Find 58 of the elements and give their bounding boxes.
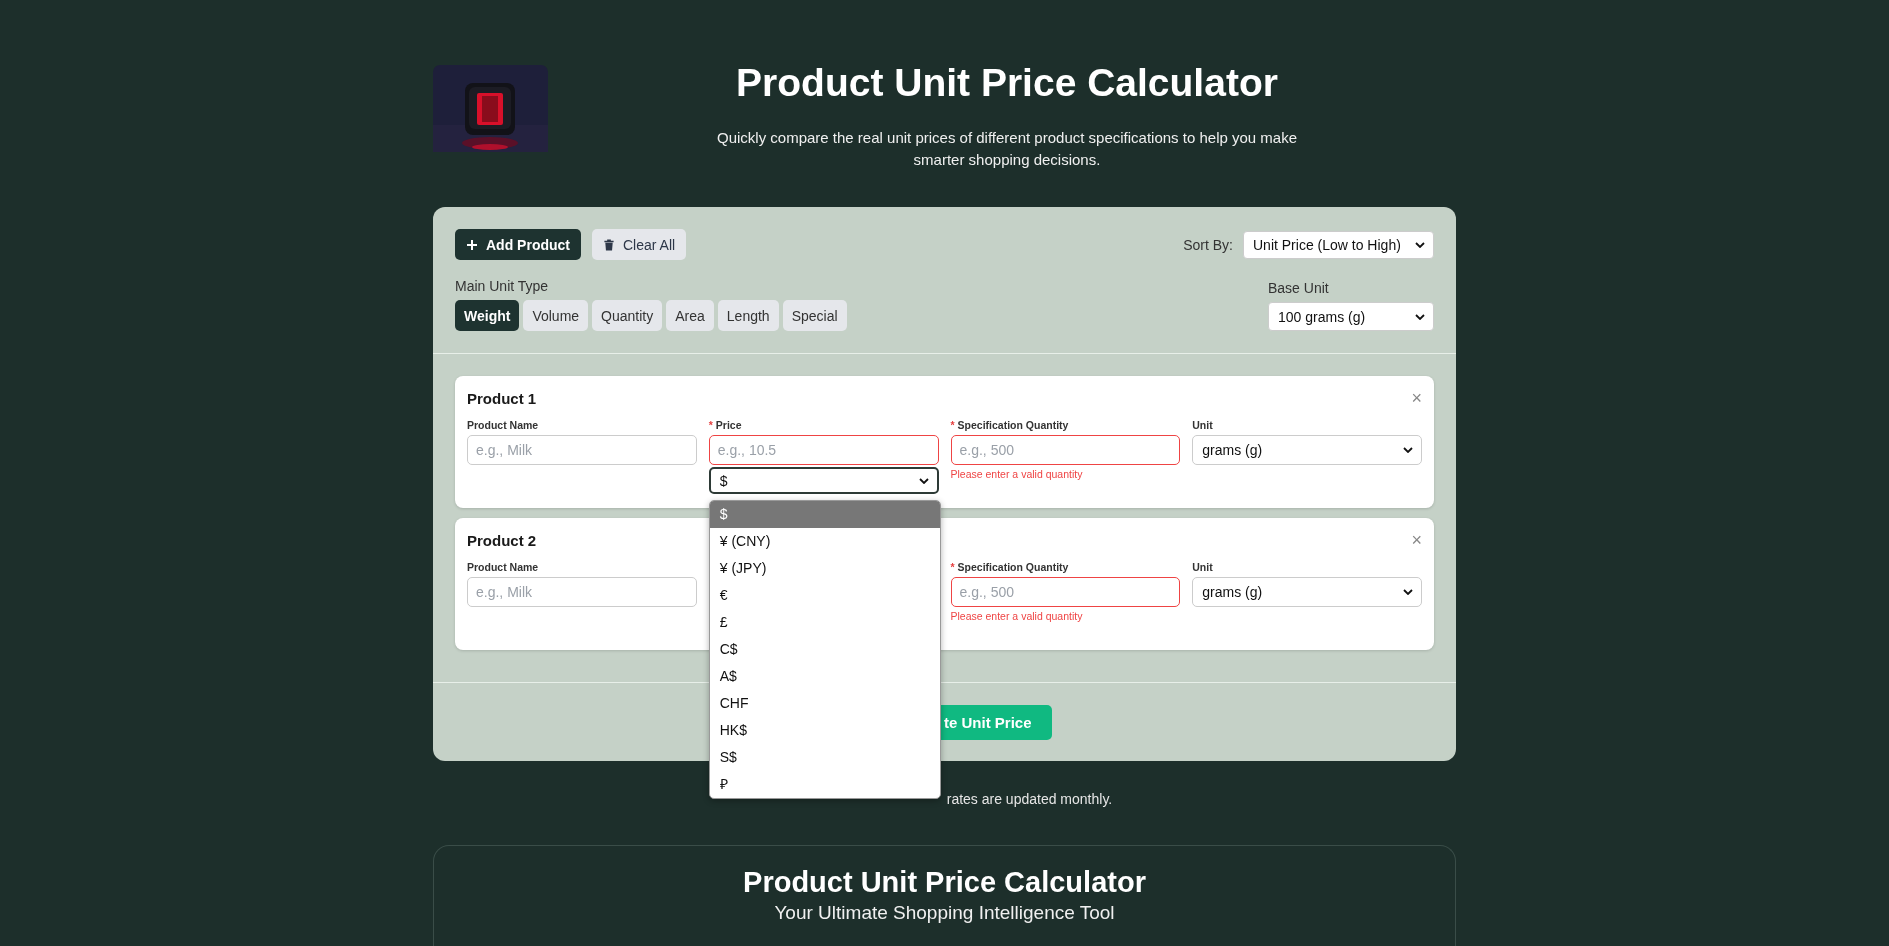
currency-option[interactable]: $ — [709, 501, 940, 528]
currency-option[interactable]: £ — [709, 609, 940, 636]
footnote: rates are updated monthly. — [946, 791, 1113, 807]
input-field[interactable]: e.g., 500 — [950, 577, 1181, 607]
unit-type-tab[interactable]: Length — [717, 300, 779, 331]
field-label: Product Name — [467, 419, 540, 432]
chevron-down-icon — [918, 477, 929, 484]
chevron-down-icon — [1415, 313, 1425, 320]
plus-icon — [466, 238, 478, 251]
unit-type-tab[interactable]: Quantity — [592, 300, 663, 331]
unit-type-tab[interactable]: Volume — [523, 300, 589, 331]
field-label: Unit — [1192, 561, 1214, 574]
input-field[interactable]: e.g., 500 — [950, 435, 1181, 465]
currency-option[interactable]: € — [709, 582, 940, 609]
input-field[interactable]: e.g., Milk — [467, 435, 697, 465]
unit-type-tab[interactable]: Area — [666, 300, 714, 331]
field-label: Unit — [1192, 419, 1214, 432]
currency-option[interactable]: S$ — [709, 744, 940, 771]
clear-all-button[interactable]: Clear All — [592, 229, 687, 260]
input-field[interactable]: e.g., Milk — [467, 577, 697, 607]
field-label: * Price — [708, 419, 743, 432]
currency-option[interactable]: ¥ (CNY) — [709, 528, 940, 555]
page-subtitle: Quickly compare the real unit prices of different product specifications to help you make smarter shopping decisions. — [716, 128, 1298, 170]
close-button[interactable]: × — [1411, 531, 1422, 549]
error-message: Please enter a valid quantity — [950, 468, 1084, 480]
required-mark: * — [950, 561, 955, 573]
currency-option[interactable]: C$ — [709, 636, 940, 663]
currency-option[interactable]: ¥ (JPY) — [709, 555, 940, 582]
field-label: * Specification Quantity — [950, 419, 1070, 432]
field-label: Product Name — [467, 561, 540, 574]
product-title: Product 2 — [467, 531, 537, 549]
page-title: Product Unit Price Calculator — [735, 60, 1279, 106]
unit-type-tab[interactable]: Special — [782, 300, 847, 331]
sort-label: Sort By: — [1183, 236, 1233, 253]
product-title: Product 1 — [467, 389, 537, 407]
required-mark: * — [950, 419, 955, 431]
currency-select[interactable]: $ — [708, 467, 939, 494]
unit-type-tab[interactable]: Weight — [455, 300, 520, 331]
add-product-button[interactable]: Add Product — [455, 229, 581, 260]
chevron-down-icon — [1415, 241, 1425, 248]
chevron-down-icon — [1403, 589, 1413, 595]
input-field[interactable]: e.g., 10.5 — [708, 435, 939, 465]
required-mark: * — [708, 419, 713, 431]
base-unit-select[interactable]: 100 grams (g) — [1268, 302, 1434, 331]
about-title: Product Unit Price Calculator — [742, 865, 1147, 900]
currency-option[interactable]: ₽ — [709, 771, 940, 798]
field-label: * Specification Quantity — [950, 561, 1070, 574]
close-button[interactable]: × — [1411, 389, 1422, 407]
about-subtitle: Your Ultimate Shopping Intelligence Tool — [773, 902, 1116, 924]
unit-type-label: Main Unit Type — [455, 278, 550, 294]
chevron-down-icon — [1403, 447, 1413, 453]
unit-select[interactable]: grams (g) — [1192, 577, 1422, 607]
currency-option[interactable]: A$ — [709, 663, 940, 690]
base-unit-label: Base Unit — [1268, 280, 1330, 296]
unit-select[interactable]: grams (g) — [1192, 435, 1422, 465]
error-message: Please enter a valid quantity — [950, 610, 1084, 622]
trash-icon — [603, 238, 615, 251]
sort-select[interactable]: Unit Price (Low to High) — [1243, 230, 1434, 259]
